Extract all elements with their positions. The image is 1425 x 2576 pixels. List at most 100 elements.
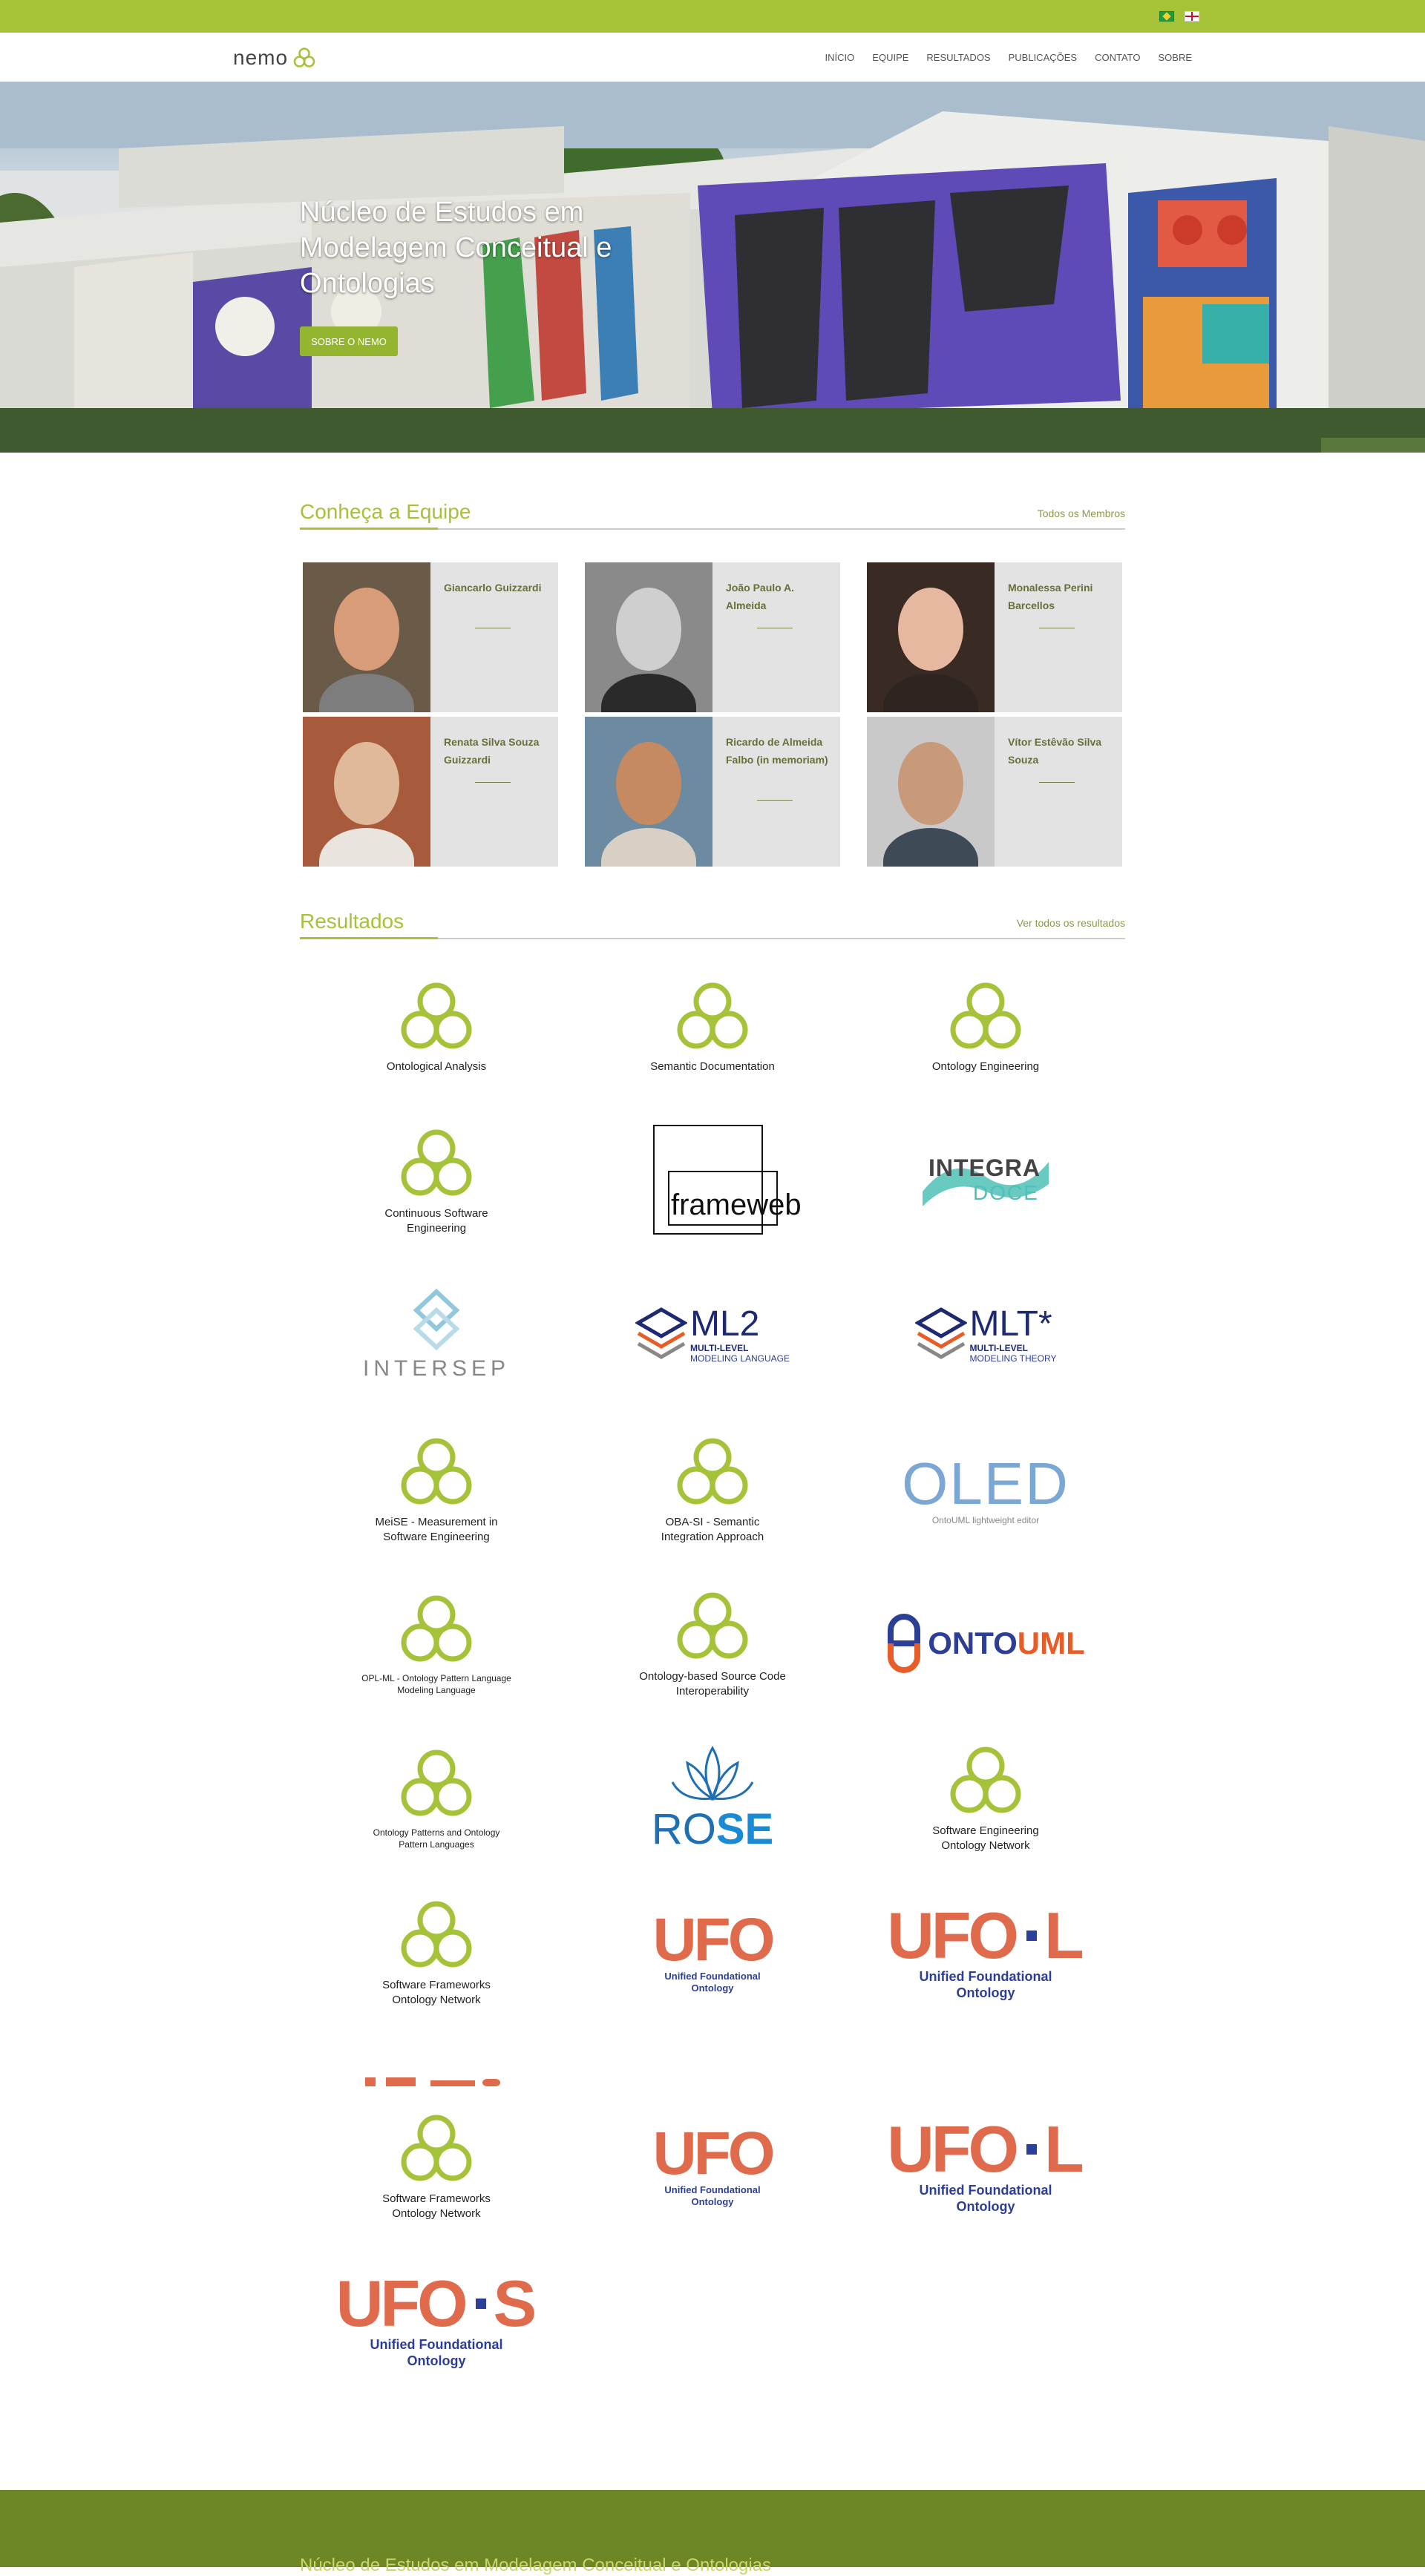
logo-text: nemo xyxy=(233,46,289,69)
ufo-subtitle: Unified Foundational Ontology xyxy=(919,2183,1052,2214)
dot-icon xyxy=(1026,2144,1037,2155)
member-card[interactable]: João Paulo A. Almeida xyxy=(585,562,840,712)
logo[interactable]: nemo xyxy=(233,43,316,73)
frameweb-logo: frameweb xyxy=(638,1125,802,1236)
nav-resultados[interactable]: RESULTADOS xyxy=(926,52,990,63)
result-item[interactable]: UFO L Unified Foundational Ontology xyxy=(858,2095,1113,2236)
member-name: Renata Silva Souza Guizzardi xyxy=(444,736,540,766)
nemo-logo-icon xyxy=(293,47,315,68)
footer-title: Núcleo de Estudos em Modelagem Conceitua… xyxy=(300,2555,772,2575)
result-item[interactable]: ML2 MULTI-LEVEL MODELING LANGUAGE xyxy=(585,1264,840,1405)
member-name: Ricardo de Almeida Falbo (in memoriam) xyxy=(726,736,828,766)
result-item[interactable]: Software Frameworks Ontology Network xyxy=(309,2095,564,2236)
result-label: OPL-ML - Ontology Pattern Language Model… xyxy=(361,1673,511,1695)
name-divider xyxy=(1039,782,1075,783)
result-item[interactable]: UFO S Unified Foundational Ontology xyxy=(309,2250,564,2391)
result-label: Ontological Analysis xyxy=(386,1060,487,1073)
nemo-logo-icon xyxy=(401,1901,472,1968)
nav-sobre[interactable]: SOBRE xyxy=(1158,52,1192,63)
result-item[interactable]: UFO Unified Foundational Ontology xyxy=(585,2095,840,2236)
results-section-header: Resultados Ver todos os resultados xyxy=(300,908,1125,939)
brazil-flag-icon[interactable] xyxy=(1159,11,1174,22)
main-nav: INÍCIO EQUIPE RESULTADOS PUBLICAÇÕES CON… xyxy=(825,33,1192,82)
result-item[interactable]: Software Engineering Ontology Network xyxy=(858,1727,1113,1868)
result-item[interactable]: ONTO UML xyxy=(858,1573,1113,1714)
member-photo xyxy=(303,562,430,712)
result-item[interactable]: UFO Unified Foundational Ontology xyxy=(585,1882,840,2023)
member-photo xyxy=(303,717,430,867)
result-item[interactable]: MeiSE - Measurement in Software Engineer… xyxy=(309,1419,564,1560)
ufo-logo: UFO S xyxy=(335,2267,537,2340)
result-item[interactable]: frameweb xyxy=(585,1110,840,1251)
member-card[interactable]: Giancarlo Guizzardi xyxy=(303,562,558,712)
about-nemo-button[interactable]: SOBRE O NEMO xyxy=(300,326,398,356)
oled-subtitle: OntoUML lightweight editor xyxy=(931,1515,1040,1525)
result-label: Ontology Patterns and Ontology Pattern L… xyxy=(373,1827,500,1850)
nav-inicio[interactable]: INÍCIO xyxy=(825,52,855,63)
member-photo xyxy=(585,717,712,867)
result-item[interactable]: INTEGRA DOCE xyxy=(858,1110,1113,1251)
member-card[interactable]: Renata Silva Souza Guizzardi xyxy=(303,717,558,867)
team-section-header: Conheça a Equipe Todos os Membros xyxy=(300,499,1125,530)
ufo-subtitle: Unified Foundational Ontology xyxy=(664,1971,761,1994)
dot-icon xyxy=(475,2299,486,2309)
integra-doce-logo: INTEGRA DOCE xyxy=(915,1140,1056,1221)
result-label: MeiSE - Measurement in Software Engineer… xyxy=(375,1516,498,1543)
lotus-icon xyxy=(671,1745,754,1801)
team-section-title: Conheça a Equipe xyxy=(300,500,471,523)
member-photo xyxy=(867,717,995,867)
hero-banner: Núcleo de Estudos em Modelagem Conceitua… xyxy=(0,82,1425,453)
result-item[interactable]: OLED OntoUML lightweight editor xyxy=(858,1419,1113,1560)
nemo-logo-icon xyxy=(950,982,1021,1049)
result-item[interactable]: Ontology Engineering xyxy=(858,956,1113,1097)
ufo-logo: UFO xyxy=(652,2120,775,2187)
nav-contato[interactable]: CONTATO xyxy=(1095,52,1140,63)
all-results-link[interactable]: Ver todos os resultados xyxy=(1017,917,1125,929)
member-name: Giancarlo Guizzardi xyxy=(444,582,542,594)
ufo-logo: UFO xyxy=(652,1906,775,1974)
uk-flag-icon[interactable] xyxy=(1185,11,1199,22)
result-item[interactable]: OPL-ML - Ontology Pattern Language Model… xyxy=(309,1573,564,1714)
ufo-subtitle: Unified Foundational Ontology xyxy=(370,2337,503,2368)
nemo-logo-icon xyxy=(401,1595,472,1662)
layers-icon xyxy=(914,1307,967,1359)
result-item[interactable]: Ontology-based Source Code Interoperabil… xyxy=(585,1573,840,1714)
nemo-logo-icon xyxy=(950,1747,1021,1813)
ontouml-logo: ONTO UML xyxy=(886,1612,1085,1675)
ufo-logo: UFO L xyxy=(887,1899,1084,1972)
result-item[interactable]: ROSE xyxy=(585,1727,840,1868)
navbar: nemo INÍCIO EQUIPE RESULTADOS PUBLICAÇÕE… xyxy=(0,33,1425,82)
result-label: Semantic Documentation xyxy=(650,1060,775,1073)
nav-equipe[interactable]: EQUIPE xyxy=(872,52,908,63)
member-name: Monalessa Perini Barcellos xyxy=(1008,582,1093,611)
member-name: Vítor Estêvão Silva Souza xyxy=(1008,736,1102,766)
result-item[interactable]: MLT* MULTI-LEVEL MODELING THEORY xyxy=(858,1264,1113,1405)
nemo-logo-icon xyxy=(677,982,748,1049)
member-card[interactable]: Ricardo de Almeida Falbo (in memoriam) xyxy=(585,717,840,867)
top-bar xyxy=(0,0,1425,33)
member-card[interactable]: Monalessa Perini Barcellos xyxy=(867,562,1122,712)
result-item[interactable]: Semantic Documentation xyxy=(585,956,840,1097)
title-underline xyxy=(300,528,438,530)
result-item[interactable]: UFO L Unified Foundational Ontology xyxy=(858,1882,1113,2023)
nav-publicacoes[interactable]: PUBLICAÇÕES xyxy=(1009,52,1077,63)
ufo-subtitle: Unified Foundational Ontology xyxy=(919,1969,1052,2000)
result-item[interactable]: INTERSEP xyxy=(309,1264,564,1405)
result-item[interactable]: OBA-SI - Semantic Integration Approach xyxy=(585,1419,840,1560)
title-underline xyxy=(300,937,438,939)
dot-icon xyxy=(1026,1931,1037,1941)
result-label: Ontology Engineering xyxy=(931,1060,1040,1073)
hero-mural-image xyxy=(0,82,1425,453)
oled-text: OLED xyxy=(902,1450,1069,1517)
nemo-logo-icon xyxy=(401,1749,472,1816)
result-item[interactable]: Ontological Analysis xyxy=(309,956,564,1097)
result-label: Software Frameworks Ontology Network xyxy=(382,2192,491,2220)
result-item[interactable]: Software Frameworks Ontology Network xyxy=(309,1882,564,2023)
result-label: Software Engineering Ontology Network xyxy=(932,1824,1039,1852)
member-card[interactable]: Vítor Estêvão Silva Souza xyxy=(867,717,1122,867)
all-members-link[interactable]: Todos os Membros xyxy=(1038,507,1125,519)
nemo-logo-icon xyxy=(677,1438,748,1505)
result-item[interactable]: Ontology Patterns and Ontology Pattern L… xyxy=(309,1727,564,1868)
member-photo xyxy=(585,562,712,712)
result-item[interactable]: Continuous Software Engineering xyxy=(309,1110,564,1251)
